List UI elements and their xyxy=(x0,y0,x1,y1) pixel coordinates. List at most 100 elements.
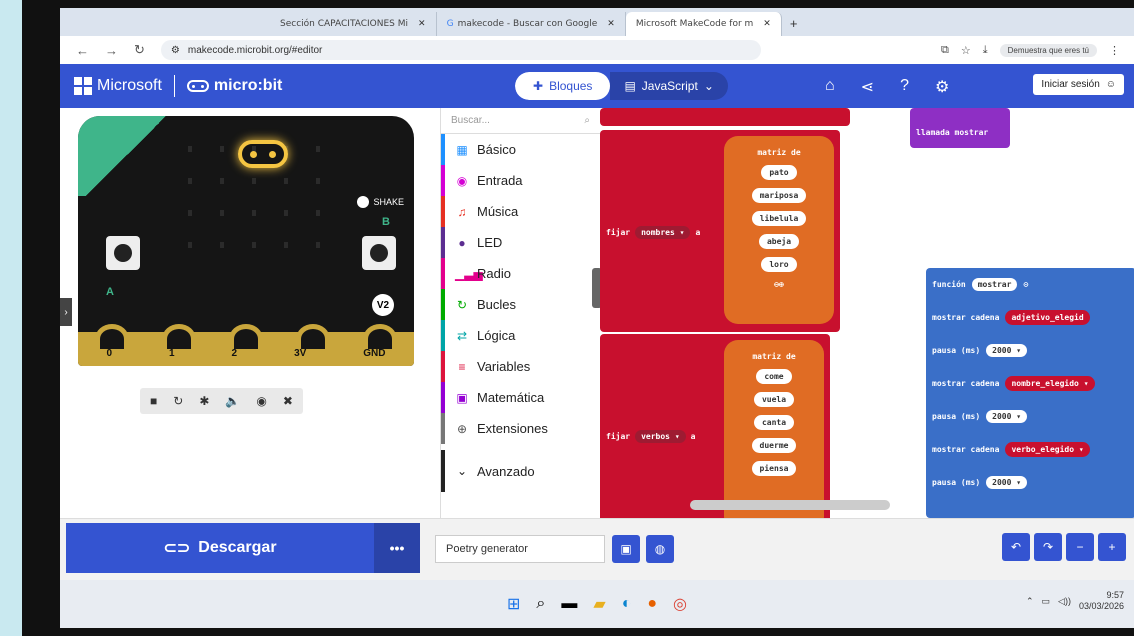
string-value[interactable]: pato xyxy=(761,165,797,180)
string-variable[interactable]: verbo_elegido ▾ xyxy=(1005,442,1090,457)
pause-dropdown[interactable]: 2000 ▾ xyxy=(986,410,1028,423)
download-icon[interactable]: ⤓ xyxy=(983,44,988,57)
collapse-simulator-icon[interactable]: › xyxy=(60,298,72,326)
button-b[interactable] xyxy=(362,236,396,270)
download-options-button[interactable]: ••• xyxy=(374,523,420,573)
search-input[interactable]: Buscar... xyxy=(451,115,490,126)
category-extensions[interactable]: ⊕ Extensiones xyxy=(441,413,600,444)
microbit-logo[interactable]: micro:bit xyxy=(186,77,282,95)
set-nombres-block[interactable]: fijar nombres ▾ a matriz de pato maripos… xyxy=(600,130,840,332)
toolbox-search[interactable]: Buscar... ⌕ xyxy=(441,108,600,134)
github-icon[interactable]: ◍ xyxy=(646,535,674,563)
network-icon[interactable]: ▭ xyxy=(1042,596,1051,607)
category-input[interactable]: ◉ Entrada xyxy=(441,165,600,196)
string-value[interactable]: come xyxy=(756,369,792,384)
chrome-icon[interactable]: ◎ xyxy=(673,594,687,614)
close-icon[interactable]: ✕ xyxy=(763,19,771,29)
workspace-scrollbar[interactable] xyxy=(690,500,890,510)
pause-dropdown[interactable]: 2000 ▾ xyxy=(986,476,1028,489)
firefox-icon[interactable]: ● xyxy=(647,595,657,613)
project-name-input[interactable]: Poetry generator xyxy=(435,535,605,563)
string-value[interactable]: duerme xyxy=(751,438,797,453)
function-options-icon[interactable]: ⊝ xyxy=(1023,280,1028,289)
category-basic[interactable]: ▦ Básico xyxy=(441,134,600,165)
volume-icon[interactable]: ◁)) xyxy=(1058,596,1071,607)
extensions-icon[interactable]: ⧉ xyxy=(941,44,949,57)
category-radio[interactable]: ▁▃▅ Radio xyxy=(441,258,600,289)
block-top-partial[interactable] xyxy=(600,108,850,126)
shake-button[interactable]: SHAKE xyxy=(357,196,404,208)
redo-icon[interactable]: ↷ xyxy=(1034,533,1062,561)
string-variable[interactable]: adjetivo_elegid xyxy=(1005,310,1090,325)
signin-button[interactable]: Iniciar sesión ☺ xyxy=(1033,74,1124,95)
url-field[interactable]: ⚙ makecode.microbit.org/#editor xyxy=(160,40,761,60)
screenshot-icon[interactable]: ◉ xyxy=(256,394,266,408)
browser-tab-google[interactable]: G makecode - Buscar con Google ✕ xyxy=(437,12,626,36)
zoom-out-icon[interactable]: − xyxy=(1066,533,1094,561)
microsoft-logo[interactable]: Microsoft xyxy=(74,77,162,95)
download-button[interactable]: ⊂⊃ Descargar ••• xyxy=(66,523,420,573)
close-icon[interactable]: ✕ xyxy=(607,19,615,29)
gear-icon[interactable]: ⚙ xyxy=(935,77,949,97)
string-value[interactable]: mariposa xyxy=(751,188,807,203)
add-remove-icon[interactable]: ⊖⊕ xyxy=(774,280,784,289)
call-block[interactable]: llamada mostrar xyxy=(910,108,1010,148)
tab-javascript[interactable]: ▤ JavaScript ⌄ xyxy=(610,72,728,100)
site-info-icon[interactable]: ⚙ xyxy=(171,45,180,56)
category-advanced[interactable]: ⌄ Avanzado xyxy=(441,450,600,492)
windows-start-icon[interactable]: ⊞ xyxy=(507,594,520,614)
string-value[interactable]: loro xyxy=(761,257,797,272)
close-icon[interactable]: ✕ xyxy=(418,19,426,29)
array-block[interactable]: matriz de come vuela canta duerme piensa xyxy=(724,340,824,518)
variable-dropdown[interactable]: nombres ▾ xyxy=(635,226,691,239)
string-value[interactable]: vuela xyxy=(753,392,795,407)
category-loops[interactable]: ↻ Bucles xyxy=(441,289,600,320)
profile-button[interactable]: Demuestra que eres tú xyxy=(999,43,1097,57)
variable-dropdown[interactable]: verbos ▾ xyxy=(635,430,686,443)
string-value[interactable]: piensa xyxy=(751,461,797,476)
function-name[interactable]: mostrar xyxy=(971,278,1018,291)
menu-icon[interactable]: ⋮ xyxy=(1109,44,1120,57)
fullscreen-icon[interactable]: ✖ xyxy=(283,394,293,408)
stop-icon[interactable]: ■ xyxy=(150,394,157,408)
restart-icon[interactable]: ↻ xyxy=(173,394,183,408)
array-block[interactable]: matriz de pato mariposa libelula abeja l… xyxy=(724,136,834,324)
search-icon[interactable]: ⌕ xyxy=(584,115,590,126)
help-icon[interactable]: ? xyxy=(900,77,909,97)
set-verbos-block[interactable]: fijar verbos ▾ a matriz de come vuela ca… xyxy=(600,334,830,518)
string-value[interactable]: libelula xyxy=(751,211,807,226)
bookmark-star-icon[interactable]: ☆ xyxy=(961,44,971,57)
pause-dropdown[interactable]: 2000 ▾ xyxy=(986,344,1028,357)
clock[interactable]: 9:57 03/03/2026 xyxy=(1079,590,1124,612)
category-logic[interactable]: ⇄ Lógica xyxy=(441,320,600,351)
home-icon[interactable]: ⌂ xyxy=(825,77,835,97)
tab-blocks[interactable]: ✚ Bloques xyxy=(515,72,611,100)
blocks-workspace[interactable]: llamada mostrar fijar nombres ▾ a matriz… xyxy=(600,108,1134,518)
category-variables[interactable]: ≡ Variables xyxy=(441,351,600,382)
search-icon[interactable]: ⌕ xyxy=(536,595,545,613)
share-icon[interactable]: ⋖ xyxy=(861,77,874,97)
sound-icon[interactable]: 🔈 xyxy=(225,394,240,408)
touch-logo[interactable] xyxy=(238,140,288,168)
category-math[interactable]: ▣ Matemática xyxy=(441,382,600,413)
function-block[interactable]: función mostrar ⊝ mostrar cadena adjetivo… xyxy=(926,268,1134,518)
back-icon[interactable]: ← xyxy=(76,43,89,58)
string-value[interactable]: abeja xyxy=(758,234,800,249)
browser-tab-capacitaciones[interactable]: Sección CAPACITACIONES Mi ✕ xyxy=(270,12,437,36)
edge-icon[interactable]: ◐ xyxy=(622,595,632,613)
category-music[interactable]: ♫ Música xyxy=(441,196,600,227)
category-led[interactable]: ● LED xyxy=(441,227,600,258)
button-a[interactable] xyxy=(106,236,140,270)
string-variable[interactable]: nombre_elegido ▾ xyxy=(1005,376,1095,391)
new-tab-button[interactable]: + xyxy=(790,16,798,31)
save-icon[interactable]: ▣ xyxy=(612,535,640,563)
string-value[interactable]: canta xyxy=(753,415,795,430)
task-view-icon[interactable]: ▬ xyxy=(561,595,577,613)
file-explorer-icon[interactable]: ▰ xyxy=(593,594,605,614)
reload-icon[interactable]: ↻ xyxy=(134,42,145,58)
chevron-up-icon[interactable]: ⌃ xyxy=(1026,596,1034,607)
browser-tab-makecode[interactable]: Microsoft MakeCode for m ✕ xyxy=(625,12,782,36)
zoom-in-icon[interactable]: + xyxy=(1098,533,1126,561)
forward-icon[interactable]: → xyxy=(105,43,118,58)
chevron-down-icon[interactable]: ⌄ xyxy=(704,79,714,93)
